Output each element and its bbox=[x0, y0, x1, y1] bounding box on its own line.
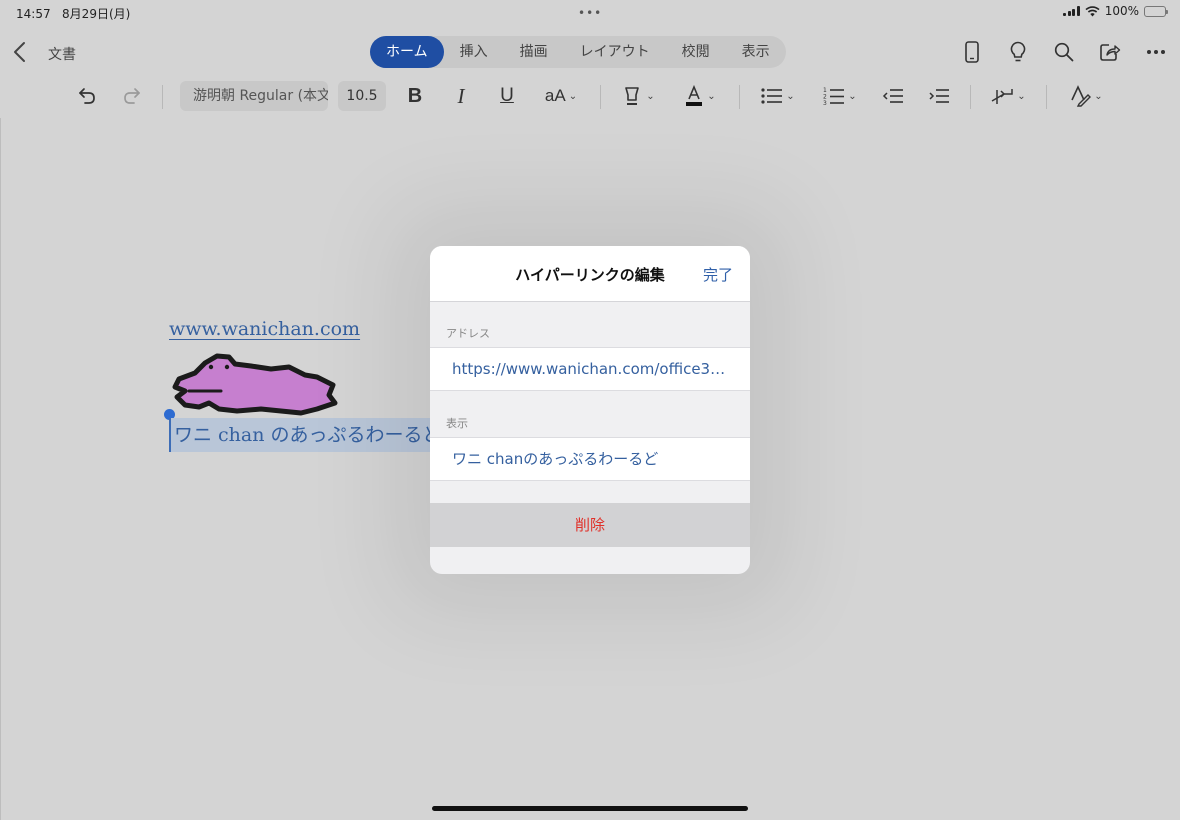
paragraph-mark-button[interactable]: ⌄ bbox=[986, 76, 1030, 116]
font-color-icon bbox=[686, 85, 703, 106]
battery-percent: 100% bbox=[1104, 4, 1139, 18]
nav-bar: 文書 ホーム 挿入 描画 レイアウト 校閲 表示 bbox=[0, 28, 1180, 74]
done-button[interactable]: 完了 bbox=[703, 264, 733, 285]
numbering-button[interactable]: 123 ⌄ bbox=[818, 76, 862, 116]
dialog-header: ハイパーリンクの編集 完了 bbox=[430, 246, 750, 302]
battery-icon bbox=[1144, 5, 1168, 17]
chevron-down-icon: ⌄ bbox=[707, 90, 716, 102]
tab-view[interactable]: 表示 bbox=[726, 36, 786, 68]
tab-review[interactable]: 校閲 bbox=[666, 36, 726, 68]
chevron-down-icon: ⌄ bbox=[568, 90, 578, 102]
crocodile-illustration bbox=[172, 353, 338, 416]
ribbon-tabs: ホーム 挿入 描画 レイアウト 校閲 表示 bbox=[370, 36, 786, 68]
chevron-left-icon bbox=[14, 42, 25, 62]
decrease-indent-icon bbox=[882, 89, 903, 103]
more-icon[interactable] bbox=[1142, 38, 1170, 66]
font-name-field[interactable]: 游明朝 Regular (本文 bbox=[180, 81, 328, 111]
numbered-list-icon: 123 bbox=[823, 87, 845, 106]
address-label: アドレス bbox=[446, 327, 490, 340]
selected-hyperlink-text[interactable]: ワニ chan のあっぷるわーるど bbox=[169, 418, 434, 452]
phone-view-icon[interactable] bbox=[958, 38, 986, 66]
home-indicator[interactable] bbox=[432, 806, 748, 811]
toolbar-divider bbox=[739, 85, 740, 109]
toolbar-divider bbox=[162, 85, 163, 109]
address-field[interactable]: https://www.wanichan.com/office365/word/ bbox=[430, 347, 750, 391]
redo-icon bbox=[124, 88, 140, 104]
document-title[interactable]: 文書 bbox=[48, 44, 76, 64]
tab-layout[interactable]: レイアウト bbox=[564, 36, 666, 68]
underline-button[interactable]: U bbox=[494, 76, 520, 116]
tab-home[interactable]: ホーム bbox=[370, 36, 444, 68]
status-right: 100% bbox=[1063, 4, 1168, 18]
share-icon[interactable] bbox=[1096, 38, 1124, 66]
svg-text:3: 3 bbox=[823, 100, 827, 106]
multitask-dots-icon[interactable]: ••• bbox=[578, 6, 602, 20]
bold-button[interactable]: B bbox=[402, 76, 428, 116]
toolbar-divider bbox=[1046, 85, 1047, 109]
italic-button[interactable]: I bbox=[448, 76, 474, 116]
display-text-field[interactable]: ワニ chanのあっぷるわーるど bbox=[430, 437, 750, 481]
highlight-button[interactable]: ⌄ bbox=[616, 76, 660, 116]
edit-hyperlink-dialog: ハイパーリンクの編集 完了 アドレス https://www.wanichan.… bbox=[430, 246, 750, 574]
decrease-indent-button[interactable] bbox=[880, 76, 906, 116]
chevron-down-icon: ⌄ bbox=[646, 90, 655, 102]
toolbar-divider bbox=[970, 85, 971, 109]
styles-button[interactable]: ⌄ bbox=[1064, 76, 1108, 116]
bullet-list-icon bbox=[761, 88, 783, 104]
redo-button[interactable] bbox=[117, 76, 147, 116]
chevron-down-icon: ⌄ bbox=[1017, 90, 1026, 102]
status-bar: 14:57 8月29日(月) ••• 100% bbox=[0, 0, 1180, 24]
paragraph-return-icon bbox=[991, 89, 1014, 104]
chevron-down-icon: ⌄ bbox=[786, 90, 795, 102]
font-size-field[interactable]: 10.5 bbox=[338, 81, 386, 111]
styles-pen-icon bbox=[1071, 85, 1092, 107]
undo-button[interactable] bbox=[72, 76, 102, 116]
chevron-down-icon: ⌄ bbox=[848, 90, 857, 102]
nav-actions bbox=[958, 38, 1170, 66]
increase-indent-button[interactable] bbox=[926, 76, 952, 116]
display-label: 表示 bbox=[446, 417, 468, 430]
increase-indent-icon bbox=[929, 89, 949, 103]
highlighter-icon bbox=[625, 87, 640, 105]
text-size-label: aA bbox=[544, 86, 566, 105]
delete-link-button[interactable]: 削除 bbox=[430, 503, 750, 547]
toolbar-divider bbox=[600, 85, 601, 109]
font-color-button[interactable]: ⌄ bbox=[678, 76, 722, 116]
wifi-icon bbox=[1085, 5, 1100, 16]
search-icon[interactable] bbox=[1050, 38, 1078, 66]
lightbulb-icon[interactable] bbox=[1004, 38, 1032, 66]
status-time: 14:57 8月29日(月) bbox=[16, 7, 131, 21]
document-hyperlink[interactable]: www.wanichan.com bbox=[169, 318, 360, 340]
chevron-down-icon: ⌄ bbox=[1094, 90, 1103, 102]
tab-insert[interactable]: 挿入 bbox=[444, 36, 504, 68]
text-size-button[interactable]: aA ⌄ bbox=[536, 76, 586, 116]
tab-draw[interactable]: 描画 bbox=[504, 36, 564, 68]
undo-icon bbox=[79, 88, 95, 104]
cellular-signal-icon bbox=[1063, 6, 1080, 16]
back-button[interactable] bbox=[10, 40, 30, 64]
bullets-button[interactable]: ⌄ bbox=[756, 76, 800, 116]
formatting-toolbar: 游明朝 Regular (本文 10.5 B I U aA ⌄ ⌄ ⌄ ⌄ 123… bbox=[0, 76, 1180, 116]
